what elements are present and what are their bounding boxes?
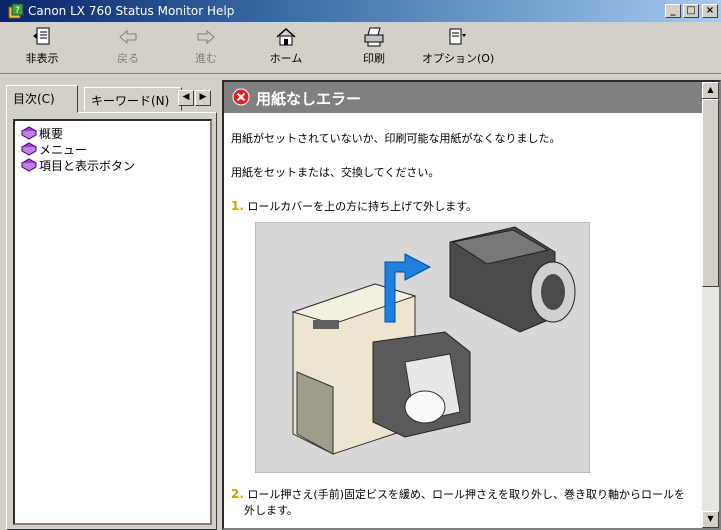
options-label: オプション(O): [422, 52, 495, 65]
step-number: 2.: [231, 487, 244, 501]
tree-item-label: 概要: [39, 127, 64, 141]
title-bar[interactable]: ? Canon LX 760 Status Monitor Help _ □ ×: [0, 0, 721, 22]
step-text: ロールカバーを上の方に持ち上げて外します。: [247, 200, 477, 213]
tab-scroll-left-button[interactable]: ◀: [178, 90, 194, 106]
toolbar: 非表示 戻る 進む ホーム 印刷 オプション(O): [0, 22, 721, 74]
close-button[interactable]: ×: [702, 4, 718, 18]
help-window: ? Canon LX 760 Status Monitor Help _ □ ×…: [0, 0, 721, 530]
tab-scroll-right-button[interactable]: ▶: [195, 90, 211, 106]
tree-item-label: メニュー: [39, 143, 88, 157]
scroll-down-button[interactable]: ▼: [702, 511, 719, 528]
options-button[interactable]: オプション(O): [422, 26, 495, 72]
print-label: 印刷: [363, 52, 385, 65]
forward-button[interactable]: 進む: [176, 26, 236, 72]
print-button[interactable]: 印刷: [344, 26, 404, 72]
home-button[interactable]: ホーム: [256, 26, 316, 72]
step-number: 1.: [231, 199, 244, 213]
printer-icon: [364, 27, 384, 47]
help-app-icon: ?: [8, 3, 24, 19]
book-icon: [20, 158, 38, 172]
tab-keyword[interactable]: キーワード(N): [84, 87, 182, 111]
tree-item-menu[interactable]: メニュー: [20, 141, 88, 157]
back-arrow-icon: [119, 29, 137, 45]
step-2: 2. ロール押さえ(手前)固定ビスを緩め、ロール押さえを取り外し、巻き取り軸から…: [231, 486, 685, 502]
tree-item-items-buttons[interactable]: 項目と表示ボタン: [20, 157, 136, 173]
options-icon: [449, 28, 466, 45]
tab-contents[interactable]: 目次(C): [6, 85, 78, 113]
step-text: ロール押さえ(手前)固定ビスを緩め、ロール押さえを取り外し、巻き取り軸からロール…: [247, 488, 686, 501]
step-1: 1. ロールカバーを上の方に持ち上げて外します。: [231, 198, 477, 214]
hide-label: 非表示: [25, 52, 59, 65]
forward-arrow-icon: [197, 29, 215, 45]
hide-pane-icon: [33, 27, 50, 45]
home-label: ホーム: [269, 52, 303, 65]
paragraph-1: 用紙がセットされていないか、印刷可能な用紙がなくなりました。: [231, 132, 561, 145]
back-button[interactable]: 戻る: [98, 26, 158, 72]
contents-tree: 概要 メニュー 項目と表示ボタン: [13, 119, 212, 525]
book-icon: [20, 142, 38, 156]
step-2-continuation: 外します。: [244, 504, 298, 517]
printer-roll-cover-illustration: [255, 222, 590, 473]
tree-item-overview[interactable]: 概要: [20, 125, 64, 141]
error-icon: [232, 88, 250, 106]
back-label: 戻る: [117, 52, 139, 65]
hide-button[interactable]: 非表示: [12, 26, 72, 72]
tree-item-label: 項目と表示ボタン: [39, 159, 136, 173]
home-icon: [276, 27, 296, 46]
scroll-thumb[interactable]: [702, 99, 719, 287]
content-pane: 用紙なしエラー 用紙がセットされていないか、印刷可能な用紙がなくなりました。 用…: [222, 80, 721, 530]
topic-title: 用紙なしエラー: [256, 90, 362, 108]
nav-tabs: 目次(C) キーワード(N) ◀ ▶: [6, 82, 217, 113]
svg-text:?: ?: [15, 6, 20, 16]
scroll-up-button[interactable]: ▲: [702, 82, 719, 99]
paragraph-2: 用紙をセットまたは、交換してください。: [231, 166, 440, 179]
topic-heading-bar: 用紙なしエラー: [224, 82, 706, 113]
navigation-pane: 目次(C) キーワード(N) ◀ ▶ 概要 メニュー 項目と表示ボタン: [6, 82, 217, 530]
window-title: Canon LX 760 Status Monitor Help: [28, 4, 235, 18]
maximize-button[interactable]: □: [683, 4, 699, 18]
book-icon: [20, 126, 38, 140]
content-vertical-scrollbar[interactable]: ▲ ▼: [702, 82, 719, 528]
contents-panel: 概要 メニュー 項目と表示ボタン: [6, 112, 217, 530]
minimize-button[interactable]: _: [665, 4, 681, 18]
forward-label: 進む: [195, 52, 217, 65]
